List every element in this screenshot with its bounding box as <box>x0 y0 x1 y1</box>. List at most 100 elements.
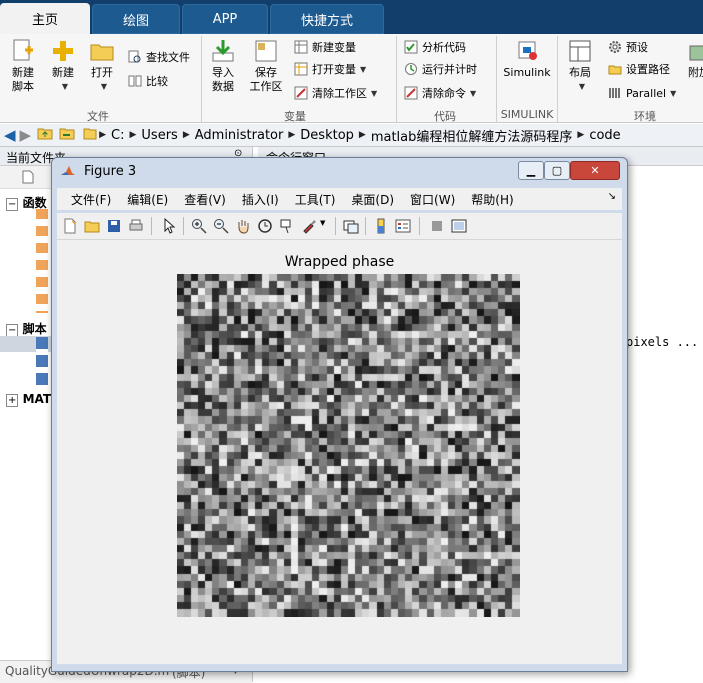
figure-toolbar: ▼ <box>57 213 622 240</box>
tab-apps[interactable]: APP <box>182 4 268 34</box>
figure-title-bar[interactable]: Figure 3 ▁ ▢ ✕ <box>52 158 627 184</box>
breadcrumb-users[interactable]: Users <box>141 128 177 143</box>
print-icon[interactable] <box>128 218 144 234</box>
minimize-button[interactable]: ▁ <box>518 161 544 180</box>
tab-home[interactable]: 主页 <box>0 3 90 34</box>
section-mat-label: MAT <box>22 392 52 406</box>
close-button[interactable]: ✕ <box>570 161 620 180</box>
set-path-icon <box>608 65 622 75</box>
analyze-code-label: 分析代码 <box>422 41 466 54</box>
rotate-3d-icon[interactable] <box>257 218 273 234</box>
figure-window[interactable]: Figure 3 ▁ ▢ ✕ 文件(F) 编辑(E) 查看(V) 插入(I) 工… <box>51 157 628 672</box>
minimize-icon: ▁ <box>526 164 536 177</box>
save-icon[interactable] <box>106 218 122 234</box>
simulink-button[interactable]: Simulink <box>502 38 552 80</box>
open-button[interactable]: 打开 ▼ <box>88 38 116 94</box>
run-and-time-button[interactable]: 运行并计时 <box>404 60 477 78</box>
variable-group-label: 变量 <box>284 110 306 123</box>
new-button[interactable]: 新建 ▼ <box>48 38 78 94</box>
section-mat[interactable]: + MAT <box>6 392 52 407</box>
maximize-button[interactable]: ▢ <box>544 161 570 180</box>
clear-commands-button[interactable]: 清除命令 ▼ <box>404 84 476 102</box>
section-scripts[interactable]: − 脚本 <box>6 320 47 337</box>
new-variable-label: 新建变量 <box>312 41 356 54</box>
root-folder-icon <box>83 126 97 144</box>
menu-help[interactable]: 帮助(H) <box>471 191 513 208</box>
collapse-icon[interactable]: − <box>6 198 19 211</box>
brush-icon[interactable] <box>301 218 317 234</box>
new-variable-button[interactable]: 新建变量 <box>294 38 356 56</box>
parallel-button[interactable]: Parallel ▼ <box>608 84 676 102</box>
menu-insert[interactable]: 插入(I) <box>242 191 279 208</box>
breadcrumb-separator: ▶ <box>182 130 190 140</box>
figure-canvas[interactable]: Wrapped phase <box>57 240 622 664</box>
group-divider <box>396 36 397 122</box>
compare-button[interactable]: 比较 <box>128 72 168 90</box>
menu-window[interactable]: 窗口(W) <box>410 191 455 208</box>
set-path-button[interactable]: 设置路径 <box>608 60 670 78</box>
dock-arrow-icon[interactable]: ↘ <box>608 191 616 202</box>
breadcrumb-separator: ▶ <box>99 130 107 140</box>
analyze-code-button[interactable]: 分析代码 <box>404 38 466 56</box>
browse-folder-icon[interactable] <box>59 126 75 144</box>
run-and-time-label: 运行并计时 <box>422 63 477 76</box>
pan-icon[interactable] <box>235 218 251 234</box>
zoom-in-icon[interactable] <box>191 218 207 234</box>
link-plot-icon[interactable] <box>343 218 359 234</box>
menu-tools[interactable]: 工具(T) <box>295 191 336 208</box>
layout-button[interactable]: 布局 ▼ <box>564 38 596 94</box>
open-variable-icon <box>294 62 308 76</box>
addons-button[interactable]: 附加 <box>684 38 703 80</box>
wrapped-phase-image[interactable] <box>177 274 520 617</box>
breadcrumb-drive[interactable]: C: <box>111 128 124 143</box>
find-files-icon <box>128 50 141 63</box>
back-arrow-icon[interactable]: ◀ <box>4 126 16 144</box>
legend-icon[interactable] <box>395 218 411 234</box>
file-group-label: 文件 <box>87 110 109 123</box>
clear-workspace-button[interactable]: 清除工作区 ▼ <box>294 84 377 102</box>
toolbar-divider <box>183 217 184 235</box>
new-variable-icon <box>294 40 308 54</box>
clear-workspace-label: 清除工作区 <box>312 87 367 100</box>
tab-plots[interactable]: 绘图 <box>92 4 180 34</box>
new-script-label: 新建 脚本 <box>12 66 34 93</box>
tab-home-label: 主页 <box>31 13 58 28</box>
chevron-down-icon: ▼ <box>578 82 586 91</box>
data-cursor-icon[interactable] <box>279 218 295 234</box>
expand-icon[interactable]: + <box>6 394 19 407</box>
forward-arrow-icon[interactable]: ▶ <box>20 126 32 144</box>
new-figure-icon[interactable] <box>62 218 78 234</box>
breadcrumb-administrator[interactable]: Administrator <box>195 128 284 143</box>
zoom-out-icon[interactable] <box>213 218 229 234</box>
pointer-icon[interactable] <box>161 218 177 234</box>
menu-view[interactable]: 查看(V) <box>184 191 226 208</box>
menu-desktop[interactable]: 桌面(D) <box>351 191 394 208</box>
parallel-label: Parallel <box>626 86 667 100</box>
find-files-label: 查找文件 <box>146 51 190 64</box>
colorbar-icon[interactable] <box>373 218 389 234</box>
hide-plot-tools-icon[interactable] <box>429 218 445 234</box>
simulink-group-label: SIMULINK <box>500 108 554 121</box>
breadcrumb-code[interactable]: code <box>589 128 620 143</box>
new-script-button[interactable]: 新建 脚本 <box>6 38 40 94</box>
breadcrumb-separator: ▶ <box>129 130 137 140</box>
chevron-down-icon[interactable]: ▼ <box>320 219 325 227</box>
save-workspace-button[interactable]: 保存 工作区 <box>246 38 286 94</box>
show-plot-tools-icon[interactable] <box>451 218 467 234</box>
chevron-down-icon: ▼ <box>360 64 367 74</box>
menu-file[interactable]: 文件(F) <box>71 191 111 208</box>
up-folder-icon[interactable] <box>37 126 53 144</box>
import-data-button[interactable]: 导入 数据 <box>208 38 238 94</box>
menu-edit[interactable]: 编辑(E) <box>127 191 168 208</box>
figure-title: Figure 3 <box>84 163 137 179</box>
clear-commands-icon <box>404 86 418 100</box>
breadcrumb-project-folder[interactable]: matlab编程相位解缠方法源码程序 <box>371 126 573 145</box>
file-icon <box>22 170 34 184</box>
tab-shortcuts[interactable]: 快捷方式 <box>270 4 384 34</box>
breadcrumb-desktop[interactable]: Desktop <box>300 128 354 143</box>
chevron-down-icon: ▼ <box>470 88 477 98</box>
open-file-icon[interactable] <box>84 218 100 234</box>
find-files-button[interactable]: 查找文件 <box>128 48 190 66</box>
preferences-button[interactable]: 预设 <box>608 38 648 56</box>
open-variable-button[interactable]: 打开变量 ▼ <box>294 60 366 78</box>
